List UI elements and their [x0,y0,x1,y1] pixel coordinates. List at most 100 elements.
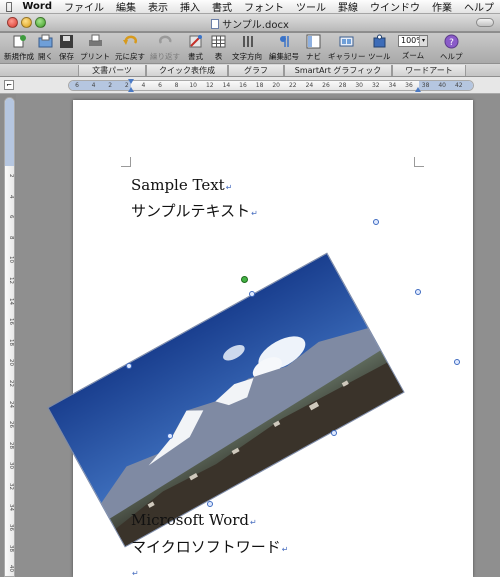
toolbox-button[interactable]: ツール [368,34,391,62]
menu-table[interactable]: 罫線 [332,0,364,14]
text-line[interactable]: マイクロソフトワード↵ [131,536,288,557]
toolbar-toggle-button[interactable] [476,18,494,27]
save-disk-icon [60,35,73,48]
text-direction-icon [242,36,253,47]
text-line-content: マイクロソフトワード [131,538,281,556]
vertical-ruler-number: 24 [8,400,14,408]
help-button[interactable]: ? ヘルプ [440,34,463,62]
undo-icon [122,35,137,45]
vertical-ruler-number: 10 [8,256,14,264]
zoom-label: ズーム [401,51,425,60]
vertical-ruler-number: 22 [8,380,14,387]
paragraph-mark: ↵ [251,209,258,218]
edit-marks-label: 編集記号 [269,52,299,61]
first-line-indent-marker[interactable] [128,79,134,84]
vertical-ruler-number: 12 [8,277,14,284]
ruler-number: 2 [124,82,129,89]
save-button[interactable]: 保存 [59,34,74,62]
tab-wordart[interactable]: ワードアート [392,65,466,76]
apple-menu-icon[interactable]:  [0,0,18,13]
resize-handle-top-right[interactable] [373,219,379,225]
ruler-number: 6 [158,82,162,89]
format-brush-icon [189,35,202,48]
menu-window[interactable]: ウインドウ [364,0,426,14]
undo-button[interactable]: 元に戻す [115,34,145,62]
new-document-label: 新規作成 [4,52,34,61]
ruler-number: 28 [338,82,347,89]
resize-handle-top[interactable] [249,291,255,297]
undo-label: 元に戻す [115,52,145,61]
resize-handle-top-left[interactable] [126,363,132,369]
tab-smartart[interactable]: SmartArt グラフィック [284,65,392,76]
vertical-ruler-number: 14 [8,297,14,305]
menu-word[interactable]: Word [18,1,58,12]
menu-work[interactable]: 作業 [426,0,458,14]
ruler-number: 36 [405,82,413,89]
edit-marks-button[interactable]: 編集記号 [269,34,299,62]
menu-view[interactable]: 表示 [142,0,174,14]
vertical-ruler-number: 18 [8,338,14,346]
rotate-handle[interactable] [241,276,248,283]
format-button[interactable]: 書式 [188,34,203,62]
redo-button[interactable]: 繰り返す [150,34,180,62]
zoom-select[interactable]: 100% ▾ [398,35,428,47]
zoom-control[interactable]: 100% ▾ ズーム [398,34,428,61]
tab-document-parts[interactable]: 文書パーツ [78,65,146,76]
ruler-number: 4 [91,82,96,89]
tab-quick-tables[interactable]: クイック表作成 [146,65,228,76]
print-label: プリント [80,52,110,61]
ruler-number: 12 [205,82,214,89]
menu-tools[interactable]: ツール [290,0,332,14]
vertical-ruler-number: 38 [8,544,14,552]
tab-stop-selector[interactable]: ⌐ [4,80,14,90]
ruler-number: 16 [239,82,247,89]
navigation-button[interactable]: ナビ [306,34,321,62]
text-line-content: サンプルテキスト [131,202,251,220]
redo-icon [158,35,171,44]
top-margin-area [5,98,14,166]
ruler-number: 34 [388,82,397,89]
tab-charts[interactable]: グラフ [228,65,284,76]
menu-help[interactable]: ヘルプ [458,0,500,14]
navigation-pane-icon [306,34,321,49]
resize-handle-bottom[interactable] [331,430,337,436]
svg-text:?: ? [449,38,454,48]
text-line[interactable]: サンプルテキスト↵ [131,200,258,221]
new-document-button[interactable]: 新規作成 [4,34,34,62]
crop-mark-top-left [121,157,131,167]
document-title-text: サンプル.docx [222,20,289,31]
ruler-number: 14 [222,82,231,89]
text-line[interactable]: Microsoft Word↵ [131,511,257,529]
document-icon [211,19,220,29]
document-page[interactable]: Sample Text↵ サンプルテキスト↵ Microsoft Word↵ マ… [47,100,473,577]
right-indent-marker[interactable] [415,87,421,92]
ruler-number: 6 [75,82,79,89]
horizontal-ruler[interactable]: 6 4 2 2 4 6 8 10 12 14 16 18 20 22 24 26 28 30 32 34 36 38 40 4… [68,79,474,92]
open-button[interactable]: 開く [38,34,53,62]
menu-insert[interactable]: 挿入 [174,0,206,14]
resize-handle-left[interactable] [167,433,173,439]
left-indent-marker[interactable] [128,87,134,92]
resize-handle-bottom-right[interactable] [454,359,460,365]
table-grid-icon [211,35,226,48]
gallery-button[interactable]: ギャラリー [328,34,366,62]
menu-edit[interactable]: 編集 [110,0,142,14]
mountain-photo[interactable] [47,252,405,548]
ruler-number: 2 [108,82,113,89]
print-button[interactable]: プリント [80,34,110,62]
text-line-content: Microsoft Word [131,511,250,529]
empty-line[interactable]: ↵ [131,562,139,577]
paragraph-mark: ↵ [225,183,233,192]
table-button[interactable]: 表 [211,34,226,62]
menu-font[interactable]: フォント [238,0,290,14]
chevron-down-icon: ▾ [419,36,427,46]
resize-handle-bottom-left[interactable] [207,501,213,507]
menu-format[interactable]: 書式 [206,0,238,14]
format-label: 書式 [188,52,203,61]
vertical-ruler[interactable]: 2 4 6 8 10 12 14 16 18 20 22 24 26 28 30 32 34 36 38 40 [4,97,15,577]
text-line[interactable]: Sample Text↵ [131,176,232,194]
resize-handle-right[interactable] [415,289,421,295]
ruler-number: 40 [438,82,447,89]
menu-file[interactable]: ファイル [58,0,110,14]
text-direction-button[interactable]: 文字方向 [232,34,262,62]
